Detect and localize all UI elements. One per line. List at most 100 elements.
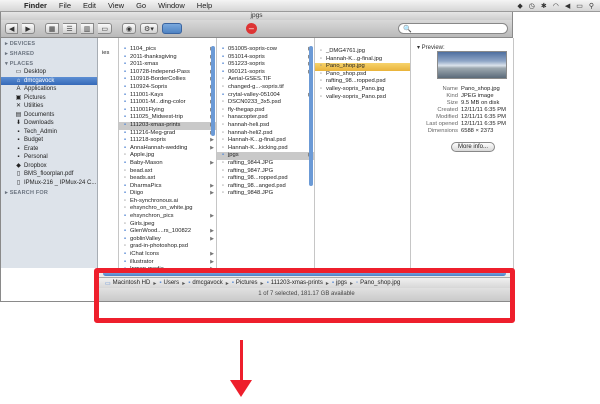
file-item[interactable]: ▫ grad-in-photoshop.psd xyxy=(119,243,216,251)
action-gear-button[interactable]: ⚙▾ xyxy=(140,23,158,34)
spotlight-icon[interactable]: ⚲ xyxy=(589,2,594,10)
sidebar-item[interactable]: ▤ Documents xyxy=(1,111,97,120)
sidebar-item[interactable]: ✕ Utilities xyxy=(1,102,97,111)
folder-item[interactable]: ▪2011-xmas▶ xyxy=(119,61,216,69)
folder-item[interactable]: ▪111001-M...ding-color▶ xyxy=(119,99,216,107)
sidebar-item[interactable]: ▪ Budget xyxy=(1,136,97,145)
sidebar-item[interactable]: ◆ Dropbox xyxy=(1,162,97,171)
file-item[interactable]: ▫ valley-sopris_Pano.psd xyxy=(315,94,410,102)
file-item[interactable]: ▫ _DMG4761.jpg xyxy=(315,48,410,56)
sidebar-item[interactable]: ▭ Desktop xyxy=(1,68,97,77)
file-item[interactable]: ▫ rafting_98...ropped.psd xyxy=(315,78,410,86)
folder-item[interactable]: ▪051005-sopris-cow▶ xyxy=(217,46,314,54)
folder-item[interactable]: ▪051014-sopris▶ xyxy=(217,54,314,62)
sidebar-item[interactable]: ▪ Erate xyxy=(1,145,97,154)
file-item[interactable]: ▫ hannah-heli2.psd xyxy=(217,130,314,138)
folder-item[interactable]: ▪111203-xmas-prints▶ xyxy=(119,121,216,130)
folder-item[interactable]: ▪ Baby-Mason ▶ xyxy=(119,160,216,168)
sidebar-item[interactable]: ▪ Tech_Admin xyxy=(1,128,97,137)
folder-item[interactable]: ▪111216-Meg-grad▶ xyxy=(119,130,216,138)
view-list-button[interactable]: ☰ xyxy=(63,23,77,34)
folder-item[interactable]: ▪2011-thanksgiving▶ xyxy=(119,54,216,62)
view-coverflow-button[interactable]: ▭ xyxy=(98,23,112,34)
vertical-scrollbar[interactable] xyxy=(309,46,313,186)
file-item[interactable]: ▫ rafting_98...anged.psd xyxy=(217,183,314,191)
file-item[interactable]: ▫ Pano_shop.jpg xyxy=(315,63,410,71)
file-item[interactable]: ▫ valley-sopris_Pano.jpg xyxy=(315,86,410,94)
bluetooth-icon[interactable]: ✱ xyxy=(541,2,547,10)
file-item[interactable]: ▫ Hannah-K...g-final.psd xyxy=(217,137,314,145)
folder-item[interactable]: ▪crytal-valley-051004▶ xyxy=(217,92,314,100)
folder-item[interactable]: ▪110728-Independ-Pass▶ xyxy=(119,69,216,77)
eye-quicklook-button[interactable]: ◉ xyxy=(121,23,137,34)
file-item[interactable]: ▫ rafting_9844.JPG xyxy=(217,160,314,168)
file-item[interactable]: ▫ hannah-heli.psd xyxy=(217,122,314,130)
forward-button[interactable]: ▶ xyxy=(22,23,35,34)
folder-item[interactable]: ▪ DharmaPics ▶ xyxy=(119,183,216,191)
preview-thumbnail[interactable] xyxy=(437,51,507,79)
timemachine-icon[interactable]: ◷ xyxy=(529,2,535,10)
wifi-icon[interactable]: ◠ xyxy=(553,2,559,10)
folder-item[interactable]: ▪ AnnaHannah-wedding ▶ xyxy=(119,145,216,153)
file-item[interactable]: ▫ fly-thegap.psd xyxy=(217,107,314,115)
vertical-scrollbar[interactable] xyxy=(211,46,215,136)
view-column-button[interactable]: ▥ xyxy=(80,23,95,34)
folder-item[interactable]: ▪111025_Midwest-trip▶ xyxy=(119,114,216,122)
file-item[interactable]: ▫ Pano_shop.psd xyxy=(315,71,410,79)
file-item[interactable]: ▫ Hannah-K...kicking.psd xyxy=(217,145,314,153)
file-item[interactable]: ▫ rafting_9848.JPG xyxy=(217,190,314,198)
menu-window[interactable]: Window xyxy=(152,1,191,10)
file-item[interactable]: ▫ beads.axt xyxy=(119,175,216,183)
folder-item[interactable]: ▪ GlenWood....rs_100822 ▶ xyxy=(119,228,216,236)
folder-item[interactable]: ▪110924-Sopris▶ xyxy=(119,84,216,92)
dropbox-status-icon[interactable]: ◆ xyxy=(517,2,522,10)
menu-finder[interactable]: Finder xyxy=(18,1,53,10)
sidebar-item[interactable]: ▯ BMS_floorplan.pdf xyxy=(1,170,97,179)
search-input[interactable]: 🔍 xyxy=(398,23,508,34)
back-button[interactable]: ◀ xyxy=(5,23,19,34)
sidebar-item[interactable]: ▯ IPMux-216 _ IPMux-24 C... xyxy=(1,179,97,188)
menu-help[interactable]: Help xyxy=(191,1,218,10)
file-item[interactable]: ▫ Hannah-K...g-final.jpg xyxy=(315,56,410,64)
folder-item[interactable]: ▪060121-sopris▶ xyxy=(217,69,314,77)
menu-view[interactable]: View xyxy=(102,1,130,10)
sidebar-section-devices[interactable]: ▸ DEVICES xyxy=(1,38,97,48)
folder-item[interactable]: ▪051223-sopris▶ xyxy=(217,61,314,69)
folder-item[interactable]: ▪ 111218-sopris ▶ xyxy=(119,137,216,145)
file-item[interactable]: ▫ hanacopter.psd xyxy=(217,114,314,122)
volume-icon[interactable]: ◀ xyxy=(565,2,570,10)
file-item[interactable]: ▫ rafting_9847.JPG xyxy=(217,168,314,176)
folder-item[interactable]: ▪jpgs▶ xyxy=(217,152,314,160)
no-entry-icon[interactable]: – xyxy=(245,23,257,34)
sidebar-item[interactable]: ⌂ dmcgavock xyxy=(1,76,97,85)
menu-edit[interactable]: Edit xyxy=(77,1,102,10)
battery-icon[interactable]: ▭ xyxy=(576,2,583,10)
sidebar-section-shared[interactable]: ▸ SHARED xyxy=(1,48,97,58)
folder-item[interactable]: ▪110918-BorderCollies▶ xyxy=(119,76,216,84)
sidebar-item[interactable]: A Applications xyxy=(1,85,97,94)
folder-item[interactable]: ▪ goblinValley ▶ xyxy=(119,236,216,244)
view-icon-button[interactable]: ▦ xyxy=(44,23,60,34)
sidebar-section-places[interactable]: ▾ PLACES xyxy=(1,58,97,68)
file-item[interactable]: ▫ ehsynchro_on_white.jpg xyxy=(119,205,216,213)
sidebar-item[interactable]: ▣ Pictures xyxy=(1,94,97,103)
file-item[interactable]: ▫ Aerial-GSES.TIF xyxy=(217,76,314,84)
folder-item[interactable]: ▪111001Flying▶ xyxy=(119,107,216,115)
folder-item[interactable]: ▪111001-Kays▶ xyxy=(119,92,216,100)
dropbox-folder-button[interactable] xyxy=(161,23,182,34)
file-item[interactable]: ▫ Eh-synchronous.ai xyxy=(119,198,216,206)
list-item[interactable]: ies xyxy=(99,50,118,58)
folder-item[interactable]: ▪1104_pics▶ xyxy=(119,46,216,54)
file-item[interactable]: ▫ Apple.jpg xyxy=(119,152,216,160)
sidebar-item[interactable]: ▪ Personal xyxy=(1,153,97,162)
file-item[interactable]: ▫ Girls.jpeg xyxy=(119,221,216,229)
folder-item[interactable]: ▪ illustrator ▶ xyxy=(119,259,216,267)
menu-go[interactable]: Go xyxy=(130,1,152,10)
folder-item[interactable]: ▪ ehsynchron_pics ▶ xyxy=(119,213,216,221)
file-item[interactable]: ▫ bead.axt xyxy=(119,168,216,176)
folder-item[interactable]: ▪ iChat Icons ▶ xyxy=(119,251,216,259)
sidebar-section-search[interactable]: ▸ SEARCH FOR xyxy=(1,187,97,197)
file-item[interactable]: ▫ DSCN0233_3x5.psd xyxy=(217,99,314,107)
sidebar-item[interactable]: ⬇ Downloads xyxy=(1,119,97,128)
file-item[interactable]: ▫ rafting_98...ropped.psd xyxy=(217,175,314,183)
